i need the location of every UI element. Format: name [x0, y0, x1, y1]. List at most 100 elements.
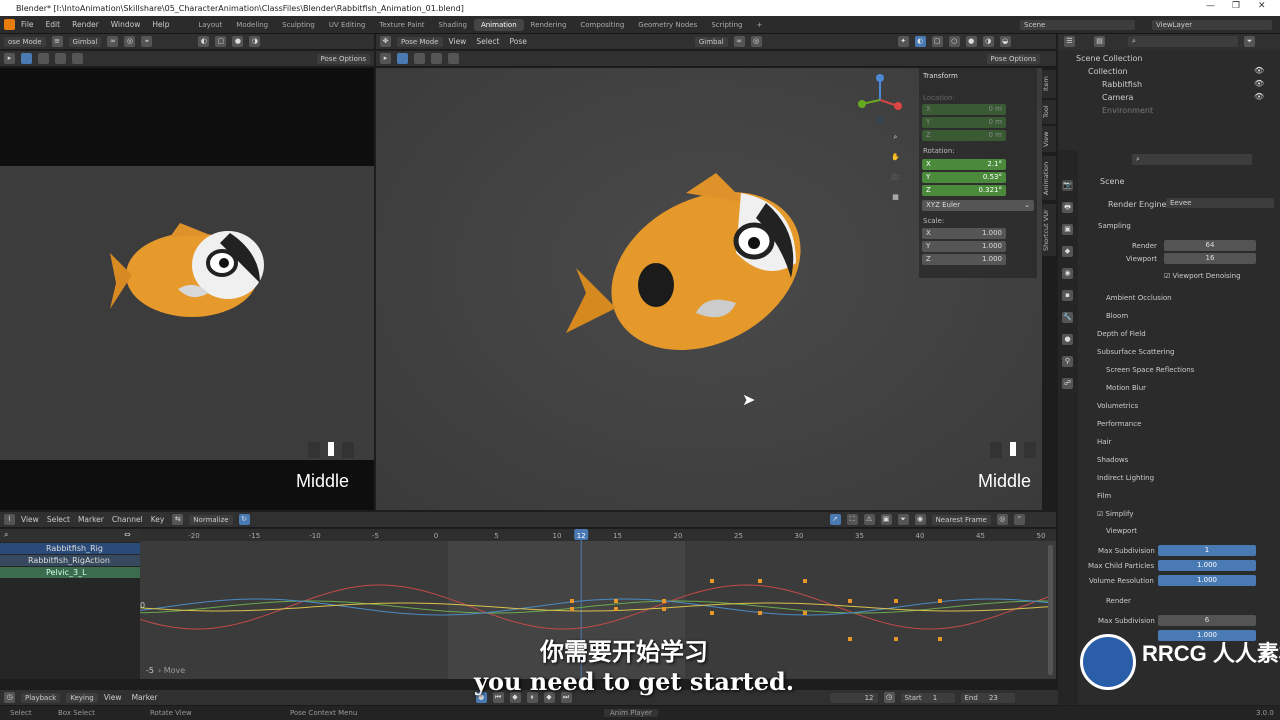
xray-toggle-icon[interactable]: ▢	[931, 36, 943, 47]
max-child-field[interactable]: 1.000	[1158, 560, 1256, 571]
scale-y-field[interactable]: Y 1.000	[922, 241, 1006, 252]
section-film[interactable]: Film	[1097, 492, 1111, 500]
link-icon[interactable]: ∞	[107, 36, 119, 47]
max-subdiv-field[interactable]: 1	[1158, 545, 1256, 556]
volume-res-field[interactable]: 1.000	[1158, 575, 1256, 586]
move-operator-panel[interactable]: › Move	[158, 666, 185, 675]
section-simplify[interactable]: ☑ Simplify	[1097, 510, 1134, 518]
menu-help[interactable]: Help	[152, 20, 169, 29]
section-bloom[interactable]: Bloom	[1106, 312, 1128, 320]
main-orientation-selector[interactable]: Gimbal	[694, 36, 728, 47]
visibility-eye-icon[interactable]: 👁	[1254, 66, 1264, 75]
editor-type-icon[interactable]: ✥	[380, 36, 391, 47]
start-frame-field[interactable]: Start 1	[900, 692, 955, 703]
clock-icon[interactable]: ◷	[883, 692, 895, 703]
tab-compositing[interactable]: Compositing	[573, 19, 631, 31]
material-shading-icon[interactable]: ◑	[249, 36, 261, 47]
render-tab-icon[interactable]: 📷	[1062, 180, 1073, 191]
simplify-viewport-sub[interactable]: Viewport	[1106, 527, 1137, 535]
menu-window[interactable]: Window	[111, 20, 141, 29]
properties-search-input[interactable]: ⌕	[1132, 154, 1252, 165]
pivot-graph-icon[interactable]: ◉	[914, 514, 926, 525]
left-orientation-selector[interactable]: Gimbal	[68, 36, 102, 47]
main-select-extend-icon[interactable]	[414, 53, 425, 64]
section-subsurface-scattering[interactable]: Subsurface Scattering	[1097, 348, 1175, 356]
main-menu-select[interactable]: Select	[476, 37, 499, 46]
tab-shortcut-vur[interactable]: Shortcut VUr	[1042, 204, 1056, 256]
only-errors-icon[interactable]: ⚠	[863, 514, 875, 525]
constraint-tab-icon[interactable]: ⚲	[1062, 356, 1073, 367]
simplify-render-sub[interactable]: Render	[1106, 597, 1131, 605]
select-mode-icon[interactable]	[21, 53, 32, 64]
rotation-y-field[interactable]: Y 0.53°	[922, 172, 1006, 183]
viewport-samples-field[interactable]: 16	[1164, 253, 1256, 264]
keyframe-point[interactable]	[803, 579, 807, 583]
render-engine-select[interactable]: Eevee	[1166, 198, 1274, 208]
channel-search-options-icon[interactable]: ⇔	[124, 530, 131, 539]
pivot-icon[interactable]: ◎	[124, 36, 136, 47]
transform-title[interactable]: Transform	[923, 72, 958, 80]
section-shadows[interactable]: Shadows	[1097, 456, 1128, 464]
outliner-rabbitfish[interactable]: Rabbitfish	[1102, 80, 1142, 89]
cursor-tool-icon[interactable]: ▸	[4, 53, 15, 64]
main-cursor-tool-icon[interactable]: ▸	[380, 53, 391, 64]
render-max-subdiv-field[interactable]: 6	[1158, 615, 1256, 626]
snap-mode-select[interactable]: Nearest Frame	[931, 514, 991, 525]
graph-scrollbar[interactable]	[1048, 545, 1053, 675]
scene-tab-icon[interactable]: ◆	[1062, 246, 1073, 257]
section-motion-blur[interactable]: Motion Blur	[1106, 384, 1146, 392]
keyframe-point[interactable]	[570, 599, 574, 603]
graph-menu-select[interactable]: Select	[47, 515, 70, 524]
channel-rig[interactable]: Rabbitfish_Rig	[0, 543, 140, 554]
section-volumetrics[interactable]: Volumetrics	[1097, 402, 1138, 410]
graph-menu-channel[interactable]: Channel	[112, 515, 143, 524]
falloff-icon[interactable]: ⌃	[1013, 514, 1025, 525]
keyframe-point[interactable]	[710, 611, 714, 615]
view-layer-tab-icon[interactable]: ▣	[1062, 224, 1073, 235]
tab-layout[interactable]: Layout	[191, 19, 229, 31]
menu-file[interactable]: File	[21, 20, 34, 29]
render-samples-field[interactable]: 64	[1164, 240, 1256, 251]
section-performance[interactable]: Performance	[1097, 420, 1141, 428]
tab-uv-editing[interactable]: UV Editing	[322, 19, 373, 31]
keyframe-point[interactable]	[938, 637, 942, 641]
add-workspace-button[interactable]: +	[749, 19, 769, 31]
curve-blue[interactable]	[140, 598, 1053, 616]
keyframe-point[interactable]	[758, 611, 762, 615]
output-tab-icon[interactable]: 🖶	[1062, 202, 1073, 213]
graph-menu-view[interactable]: View	[21, 515, 39, 524]
graph-menu-marker[interactable]: Marker	[78, 515, 104, 524]
maximize-icon[interactable]: ❐	[1232, 1, 1240, 11]
physics-tab-icon[interactable]: ●	[1062, 334, 1073, 345]
solid-shading-icon[interactable]: ●	[232, 36, 244, 47]
keyframe-point[interactable]	[758, 579, 762, 583]
select-extend-icon[interactable]	[38, 53, 49, 64]
main-menu-pose[interactable]: Pose	[509, 37, 526, 46]
overlay-icon[interactable]: ◐	[198, 36, 210, 47]
auto-normalize-icon[interactable]: ↻	[238, 514, 250, 525]
left-viewport[interactable]: Middle	[0, 68, 374, 510]
graph-menu-key[interactable]: Key	[151, 515, 165, 524]
tab-view[interactable]: View	[1042, 126, 1056, 152]
timeline-type-icon[interactable]: ◷	[4, 692, 15, 703]
timeline-view-menu[interactable]: View	[104, 693, 122, 702]
rotation-z-field[interactable]: Z 0.321°	[922, 185, 1006, 196]
main-select-invert-icon[interactable]	[448, 53, 459, 64]
main-select-mode-icon[interactable]	[397, 53, 408, 64]
xray-icon[interactable]: ▢	[215, 36, 227, 47]
left-mode-selector[interactable]: ose Mode	[4, 36, 46, 47]
tab-animation[interactable]: Animation	[473, 18, 524, 31]
keying-menu[interactable]: Keying	[66, 692, 98, 703]
object-tab-icon[interactable]: ▪	[1062, 290, 1073, 301]
snapshot-icon[interactable]: ▣	[880, 514, 892, 525]
proportional-icon[interactable]: ◎	[996, 514, 1008, 525]
tab-scripting[interactable]: Scripting	[704, 19, 749, 31]
menu-edit[interactable]: Edit	[46, 20, 61, 29]
select-invert-icon[interactable]	[72, 53, 83, 64]
timeline-marker-menu[interactable]: Marker	[132, 693, 158, 702]
tab-texture-paint[interactable]: Texture Paint	[372, 19, 431, 31]
keyframe-point[interactable]	[848, 599, 852, 603]
main-link-icon[interactable]: ∞	[733, 36, 745, 47]
zoom-icon[interactable]: ⌕	[890, 132, 901, 143]
scene-collection[interactable]: Scene Collection	[1076, 54, 1143, 63]
